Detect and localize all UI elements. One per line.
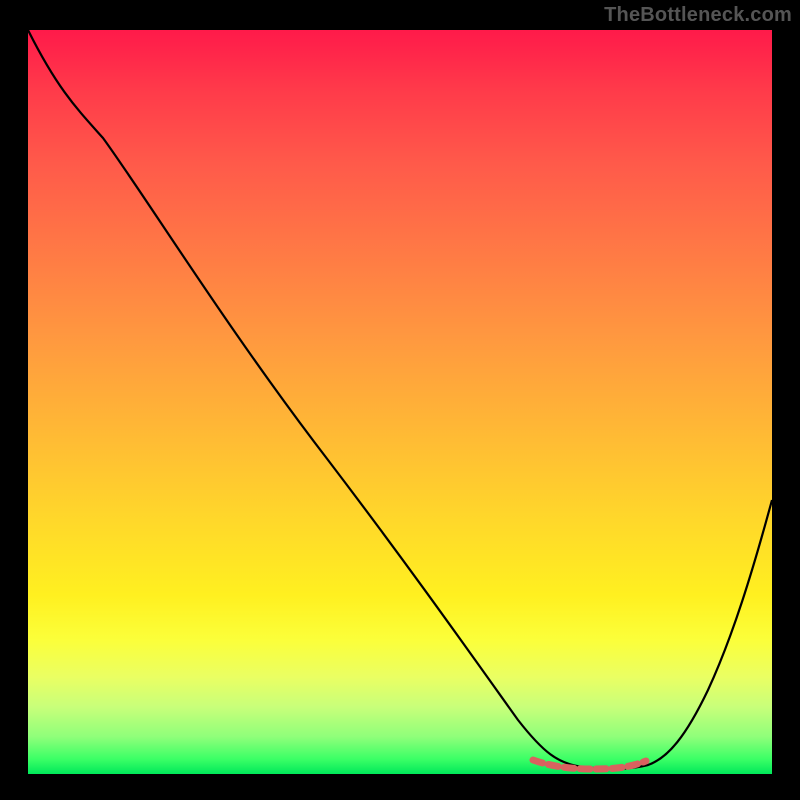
flat-bottom-highlight — [533, 760, 646, 769]
watermark-text: TheBottleneck.com — [604, 4, 792, 27]
bottleneck-curve — [28, 30, 772, 769]
chart-svg — [28, 30, 772, 774]
chart-plot-area — [28, 30, 772, 774]
